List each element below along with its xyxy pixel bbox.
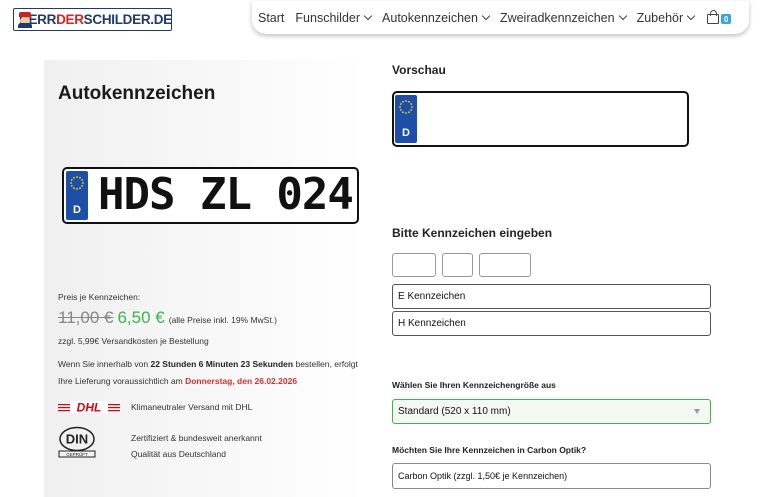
- enter-plate-title: Bitte Kennzeichen eingeben: [392, 226, 553, 240]
- size-select-value: Standard (520 x 110 mm): [398, 406, 511, 417]
- delivery-estimate: Wenn Sie innerhalb von 22 Stunden 6 Minu…: [58, 356, 368, 390]
- nav-label: Autokennzeichen: [382, 10, 478, 25]
- nav-start[interactable]: Start: [258, 11, 284, 25]
- nav-label: Zweiradkennzeichen: [499, 10, 615, 25]
- preview-title: Vorschau: [392, 63, 446, 77]
- delivery-countdown: 22 Stunden 6 Minuten 23 Sekunden: [150, 359, 294, 369]
- cart-count-badge: 0: [721, 14, 732, 24]
- chevron-down-icon: [363, 11, 373, 20]
- old-price: 11,00 €: [58, 308, 114, 327]
- eu-band: D: [66, 171, 88, 220]
- shipping-cost: zzgl. 5,99€ Versandkosten je Bestellung: [58, 336, 209, 346]
- plate-number: HDS ZL 024: [98, 169, 354, 220]
- din-certified-logo: DIN GEPRÜFT: [58, 426, 96, 458]
- vat-note: (alle Preise inkl. 19% MwSt.): [168, 315, 277, 325]
- size-select[interactable]: Standard (520 x 110 mm): [392, 399, 711, 424]
- current-price: 6,50 €: [117, 308, 165, 327]
- nav-zweiradkennzeichen[interactable]: Zweiradkennzeichen: [499, 10, 627, 25]
- svg-text:GEPRÜFT: GEPRÜFT: [66, 451, 88, 457]
- eu-stars-icon: [399, 100, 413, 114]
- svg-text:DIN: DIN: [66, 432, 88, 447]
- chevron-down-icon: [686, 11, 696, 20]
- cart-button[interactable]: 0: [707, 10, 732, 24]
- eu-band: D: [395, 95, 417, 143]
- site-header: HERRDERSCHILDER.DE Start Funschilder Aut…: [0, 0, 768, 38]
- site-logo[interactable]: HERRDERSCHILDER.DE: [13, 8, 172, 31]
- license-plate-image: D HDS ZL 024: [62, 167, 359, 224]
- carbon-option[interactable]: Carbon Optik (zzgl. 1,50€ je Kennzeichen…: [392, 463, 711, 489]
- price-row: 11,00 € 6,50 € (alle Preise inkl. 19% Mw…: [58, 308, 277, 328]
- dhl-logo: DHL: [58, 401, 120, 415]
- delivery-prefix: Wenn Sie innerhalb von: [58, 359, 151, 369]
- numbers-input[interactable]: [479, 253, 531, 277]
- letters-input[interactable]: [442, 253, 473, 277]
- din-certification-text: Zertifiziert & bundesweit anerkannt Qual…: [131, 430, 262, 462]
- nav-label: Funschilder: [295, 10, 361, 25]
- h-plate-option[interactable]: H Kennzeichen: [392, 311, 711, 336]
- main-nav: Start Funschilder Autokennzeichen Zweira…: [252, 1, 749, 34]
- plate-preview: D: [392, 91, 689, 147]
- logo-text: HERRDERSCHILDER.DE: [19, 12, 172, 27]
- e-plate-option[interactable]: E Kennzeichen: [392, 284, 711, 309]
- carbon-label: Möchten Sie Ihre Kennzeichen in Carbon O…: [392, 445, 587, 455]
- size-label: Wählen Sie Ihren Kennzeichengröße aus: [392, 380, 556, 390]
- price-label: Preis je Kennzeichen:: [58, 292, 141, 302]
- shopping-bag-icon: [707, 10, 720, 24]
- chevron-down-icon: [481, 11, 491, 20]
- page-title: Autokennzeichen: [58, 83, 216, 104]
- nav-label: Start: [258, 10, 285, 25]
- din-line-1: Zertifiziert & bundesweit anerkannt: [131, 433, 262, 443]
- nav-autokennzeichen[interactable]: Autokennzeichen: [382, 10, 491, 25]
- dhl-shipping-text: Klimaneutraler Versand mit DHL: [131, 402, 253, 412]
- din-line-2: Qualität aus Deutschland: [131, 449, 226, 459]
- dropdown-arrow-icon: [694, 409, 700, 414]
- delivery-date: Donnerstag, den 26.02.2026: [185, 376, 298, 386]
- district-input[interactable]: [392, 253, 436, 277]
- country-code: D: [73, 204, 81, 216]
- nav-zubehoer[interactable]: Zubehör: [636, 10, 696, 25]
- chevron-down-icon: [618, 11, 627, 20]
- country-code: D: [402, 127, 410, 139]
- nav-funschilder[interactable]: Funschilder: [295, 10, 373, 25]
- eu-stars-icon: [70, 176, 84, 190]
- svg-text:DHL: DHL: [77, 401, 102, 415]
- nav-label: Zubehör: [636, 10, 684, 25]
